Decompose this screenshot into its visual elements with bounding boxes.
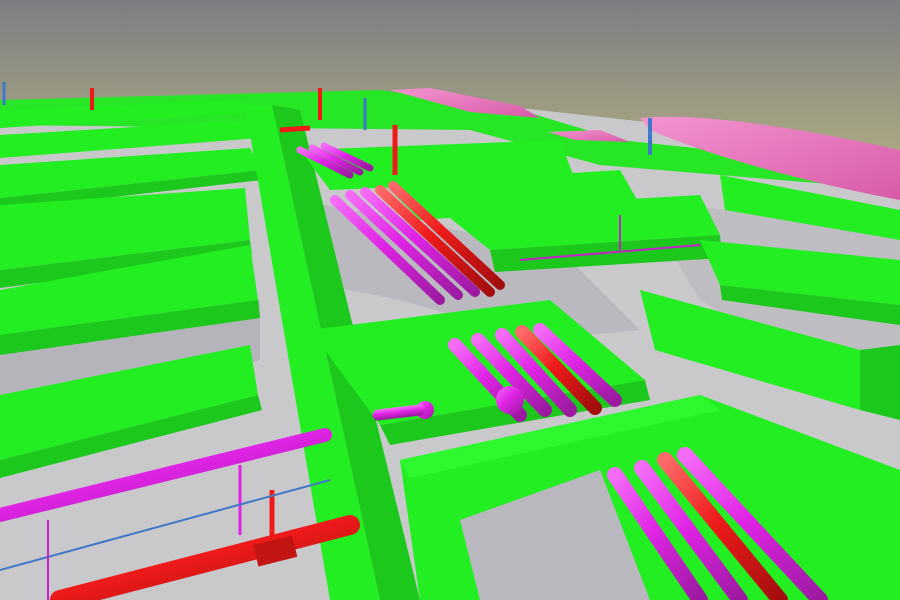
model-viewport[interactable]	[0, 0, 900, 600]
beam-right-near-face	[860, 345, 900, 420]
pipe-elbow-center	[496, 386, 524, 414]
pipe-red-far-horizontal	[279, 125, 311, 133]
bim-3d-scene[interactable]	[0, 0, 900, 600]
pipe-magenta-branch	[372, 404, 426, 421]
